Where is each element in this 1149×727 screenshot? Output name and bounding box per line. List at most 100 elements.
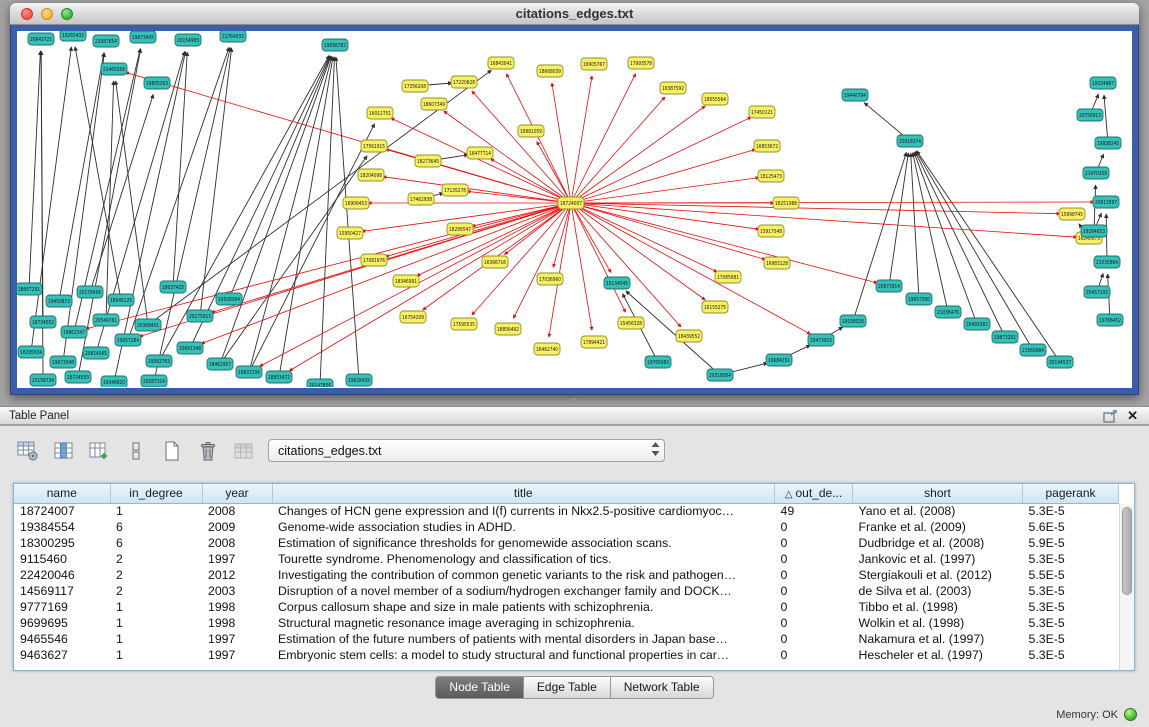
graph-node[interactable]: 20178456 bbox=[77, 286, 103, 298]
graph-edge[interactable] bbox=[571, 203, 592, 330]
table-row[interactable]: 946362711997Embryonic stem cells: a mode… bbox=[14, 647, 1119, 663]
scrollbar-thumb[interactable] bbox=[1122, 507, 1132, 595]
graph-node[interactable]: 18055564 bbox=[702, 93, 728, 105]
window-titlebar[interactable]: citations_edges.txt bbox=[10, 3, 1139, 25]
graph-node[interactable]: 18607349 bbox=[421, 98, 447, 110]
graph-node[interactable]: 19582763 bbox=[146, 355, 172, 367]
graph-edge[interactable] bbox=[320, 57, 335, 385]
citation-network-graph[interactable]: 1872400716251988159175481698312817085681… bbox=[17, 31, 1132, 387]
graph-edge[interactable] bbox=[220, 56, 331, 364]
graph-node[interactable]: 15456328 bbox=[618, 317, 644, 329]
graph-node[interactable]: 20473915 bbox=[808, 334, 834, 346]
graph-edge[interactable] bbox=[29, 51, 40, 289]
graph-node[interactable]: 18856492 bbox=[495, 323, 521, 335]
graph-node[interactable]: 18734052 bbox=[30, 316, 56, 328]
table-row[interactable]: 1872400712008Changes of HCN gene express… bbox=[14, 503, 1119, 519]
graph-edge[interactable] bbox=[229, 56, 330, 299]
graph-node[interactable]: 19765083 bbox=[645, 356, 671, 368]
graph-node[interactable]: 15950427 bbox=[337, 227, 363, 239]
row-tool-button[interactable] bbox=[124, 439, 148, 463]
column-header-pagerank[interactable]: pagerank bbox=[1023, 484, 1119, 503]
graph-edge[interactable] bbox=[116, 81, 148, 325]
graph-edge[interactable] bbox=[571, 76, 592, 203]
graph-node[interactable]: 20275913 bbox=[187, 310, 213, 322]
graph-edge[interactable] bbox=[571, 106, 705, 203]
graph-node[interactable]: 21087654 bbox=[93, 35, 119, 47]
graph-edge[interactable] bbox=[571, 203, 1077, 237]
graph-node[interactable]: 16387592 bbox=[660, 82, 686, 94]
splitter-handle[interactable] bbox=[570, 398, 577, 403]
graph-node[interactable]: 19446794 bbox=[842, 89, 868, 101]
graph-node[interactable]: 16251988 bbox=[773, 197, 799, 209]
graph-node[interactable]: 17135278 bbox=[442, 184, 468, 196]
graph-node[interactable]: 16366716 bbox=[482, 256, 508, 268]
graph-node[interactable]: 18724007 bbox=[558, 197, 584, 209]
graph-node[interactable]: 18125473 bbox=[758, 170, 784, 182]
graph-node[interactable]: 20691348 bbox=[177, 342, 203, 354]
graph-node[interactable]: 19158326 bbox=[840, 315, 866, 327]
column-header-name[interactable]: name bbox=[14, 484, 110, 503]
graph-node[interactable]: 17595535 bbox=[451, 318, 477, 330]
graph-node[interactable]: 19805263 bbox=[144, 77, 170, 89]
graph-node[interactable]: 18204098 bbox=[358, 169, 384, 181]
column-header-out_degree[interactable]: △out_de... bbox=[775, 484, 853, 503]
graph-node[interactable]: 17036960 bbox=[537, 273, 563, 285]
table-row[interactable]: 1830029562008Estimation of significance … bbox=[14, 535, 1119, 551]
tab-network-table[interactable]: Network Table bbox=[611, 676, 714, 699]
graph-node[interactable]: 21560984 bbox=[1020, 344, 1046, 356]
graph-node[interactable]: 16462740 bbox=[534, 343, 560, 355]
graph-edge[interactable] bbox=[913, 153, 948, 312]
graph-edge[interactable] bbox=[571, 203, 705, 300]
graph-node[interactable]: 18346991 bbox=[393, 275, 419, 287]
graph-edge[interactable] bbox=[467, 191, 571, 203]
graph-edge[interactable] bbox=[853, 152, 906, 321]
graph-node[interactable]: 19057284 bbox=[115, 334, 141, 346]
graph-edge[interactable] bbox=[106, 81, 114, 320]
graph-node[interactable]: 20814365 bbox=[83, 347, 109, 359]
network-canvas[interactable]: 1872400716251988159175481698312817085681… bbox=[17, 31, 1132, 388]
graph-node[interactable]: 16853672 bbox=[754, 140, 780, 152]
graph-node[interactable]: 19284653 bbox=[1081, 225, 1107, 237]
graph-node[interactable]: 19862347 bbox=[61, 326, 87, 338]
graph-node[interactable]: 18462957 bbox=[207, 358, 233, 370]
graph-node[interactable]: 16905767 bbox=[581, 58, 607, 70]
graph-node[interactable]: 19657300 bbox=[906, 293, 932, 305]
graph-edge[interactable] bbox=[41, 51, 43, 380]
graph-edge[interactable] bbox=[571, 203, 766, 260]
graph-edge[interactable] bbox=[1104, 95, 1108, 143]
graph-node[interactable]: 18953472 bbox=[266, 371, 292, 383]
graph-edge[interactable] bbox=[506, 74, 571, 203]
graph-edge[interactable] bbox=[212, 203, 572, 313]
graph-node[interactable]: 19768452 bbox=[1097, 314, 1123, 326]
graph-edge[interactable] bbox=[126, 72, 572, 203]
table-row[interactable]: 969969511998Structural magnetic resonanc… bbox=[14, 615, 1119, 631]
graph-node[interactable]: 19556782 bbox=[322, 39, 348, 51]
table-selector[interactable]: citations_edges.txt bbox=[268, 439, 665, 462]
graph-node[interactable]: 19324867 bbox=[1090, 77, 1116, 89]
graph-node[interactable]: 19346820 bbox=[101, 376, 127, 387]
graph-node[interactable]: 19265432 bbox=[60, 31, 86, 41]
graph-edge[interactable] bbox=[200, 48, 232, 316]
graph-node[interactable]: 18724593 bbox=[65, 371, 91, 383]
graph-node[interactable]: 15917548 bbox=[758, 225, 784, 237]
graph-node[interactable]: 19873261 bbox=[992, 331, 1018, 343]
table-row[interactable]: 2242004622012Investigating the contribut… bbox=[14, 567, 1119, 583]
table-row[interactable]: 1456911722003Disruption of a novel membe… bbox=[14, 583, 1119, 599]
graph-node[interactable]: 18067291 bbox=[17, 283, 42, 295]
graph-node[interactable]: 19873405 bbox=[130, 31, 156, 43]
graph-node[interactable]: 21470358 bbox=[1083, 167, 1109, 179]
graph-node[interactable]: 17356208 bbox=[402, 80, 428, 92]
create-column-button[interactable] bbox=[88, 439, 112, 463]
graph-node[interactable]: 21764032 bbox=[220, 31, 246, 42]
graph-edge[interactable] bbox=[220, 156, 367, 364]
graph-node[interactable]: 17450121 bbox=[749, 106, 775, 118]
new-table-button[interactable] bbox=[160, 439, 184, 463]
graph-node[interactable]: 16477714 bbox=[467, 147, 493, 159]
graph-node[interactable]: 16012751 bbox=[367, 107, 393, 119]
graph-edge[interactable] bbox=[571, 178, 759, 203]
graph-node[interactable]: 18295547 bbox=[447, 223, 473, 235]
select-columns-button[interactable] bbox=[52, 439, 76, 463]
graph-node[interactable]: 18946125 bbox=[108, 294, 134, 306]
table-mode-button[interactable] bbox=[16, 439, 40, 463]
graph-node[interactable]: 16983128 bbox=[764, 257, 790, 269]
